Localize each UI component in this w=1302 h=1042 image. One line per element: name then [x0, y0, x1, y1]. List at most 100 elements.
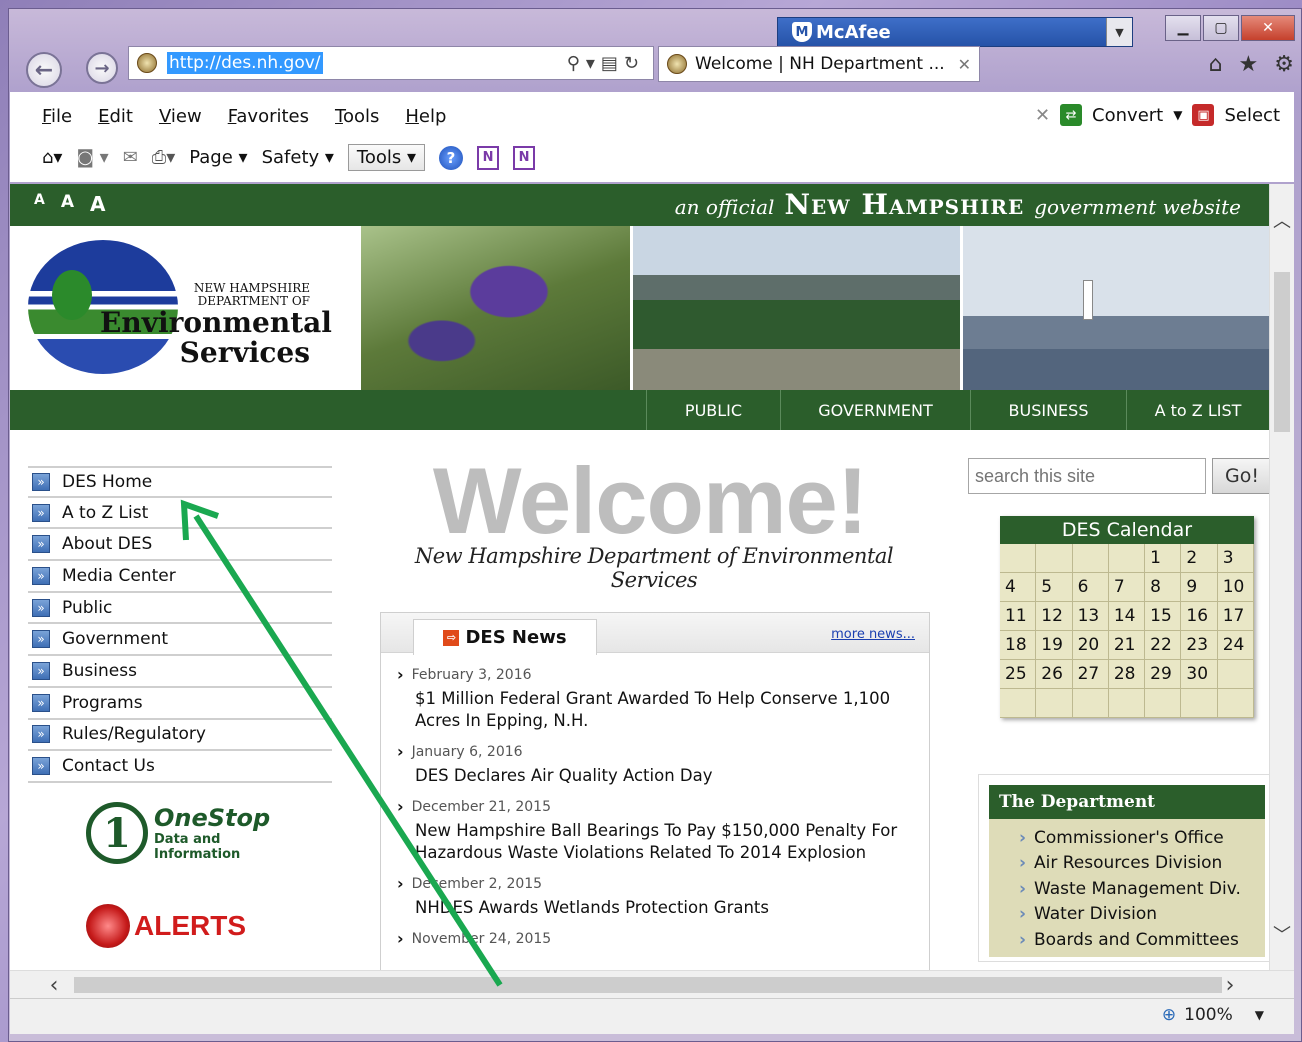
menu-view[interactable]: View [159, 106, 202, 127]
vertical-scroll-thumb[interactable] [1274, 272, 1290, 432]
convert-dropdown-icon[interactable]: ▼ [1173, 108, 1182, 122]
leftnav-a-to-z[interactable]: » A to Z List [28, 498, 332, 530]
zoom-dropdown-icon[interactable]: ▼ [1255, 1008, 1264, 1022]
search-go-button[interactable]: Go! [1212, 458, 1272, 494]
des-logo[interactable]: NEW HAMPSHIRE DEPARTMENT OF Environmenta… [10, 226, 358, 390]
leftnav-media[interactable]: » Media Center [28, 561, 332, 593]
address-bar-tools[interactable]: ⚲▾▤↻ [567, 53, 645, 74]
calendar-day[interactable]: 3 [1217, 544, 1254, 573]
news-title-link[interactable]: DES Declares Air Quality Action Day [415, 765, 915, 787]
calendar-day[interactable]: 7 [1108, 573, 1146, 602]
text-size-small[interactable]: A [34, 192, 45, 216]
help-icon[interactable]: ? [439, 145, 464, 170]
leftnav-business[interactable]: » Business [28, 656, 332, 688]
read-mail-icon[interactable]: ✉ [123, 147, 138, 168]
leftnav-contact[interactable]: » Contact Us [28, 751, 332, 783]
calendar-day[interactable]: 5 [1036, 573, 1073, 602]
leftnav-rules[interactable]: » Rules/Regulatory [28, 720, 332, 752]
news-tab[interactable]: ⇨ DES News [413, 619, 597, 655]
menu-edit[interactable]: Edit [98, 106, 133, 127]
calendar-day[interactable]: 18 [1000, 631, 1037, 660]
forward-button[interactable]: → [86, 52, 118, 84]
calendar-day[interactable]: 21 [1108, 631, 1146, 660]
nav-government[interactable]: GOVERNMENT [780, 390, 970, 430]
calendar-day[interactable]: 22 [1145, 631, 1182, 660]
address-bar[interactable]: http://des.nh.gov/ ⚲▾▤↻ [128, 46, 654, 80]
horizontal-scroll-thumb[interactable] [74, 977, 1222, 993]
menu-favorites[interactable]: Favorites [228, 106, 309, 127]
close-window-button[interactable]: ✕ [1241, 15, 1295, 41]
dept-air-link[interactable]: Air Resources Division [1019, 851, 1265, 877]
calendar-day[interactable]: 15 [1145, 602, 1182, 631]
calendar-day[interactable]: 10 [1217, 573, 1254, 602]
calendar-day[interactable]: 17 [1217, 602, 1254, 631]
calendar-day[interactable]: 30 [1181, 660, 1218, 689]
calendar-day[interactable]: 24 [1217, 631, 1254, 660]
nav-public[interactable]: PUBLIC [646, 390, 780, 430]
calendar-day[interactable]: 1 [1145, 544, 1182, 573]
maximize-button[interactable]: ▢ [1203, 15, 1239, 41]
feeds-icon[interactable]: ◙ ▾ [76, 147, 108, 168]
onestop-link[interactable]: 1 OneStop Data and Information [86, 802, 270, 864]
settings-gear-icon[interactable]: ⚙ [1274, 52, 1294, 77]
calendar-day[interactable]: 25 [1000, 660, 1037, 689]
calendar-day[interactable]: 4 [1000, 573, 1037, 602]
onenote-linked-icon[interactable]: N [513, 145, 536, 170]
calendar-day[interactable]: 23 [1181, 631, 1218, 660]
calendar-day[interactable]: 6 [1072, 573, 1109, 602]
text-size-large[interactable]: A [90, 192, 105, 216]
scroll-up-icon[interactable]: ︿ [1270, 208, 1294, 232]
menu-help[interactable]: Help [405, 106, 446, 127]
close-tab-icon[interactable]: ✕ [958, 55, 971, 74]
dept-water-link[interactable]: Water Division [1019, 902, 1265, 928]
close-toolbar-icon[interactable]: ✕ [1035, 105, 1050, 126]
calendar-day[interactable]: 19 [1036, 631, 1073, 660]
mcafee-toolbar[interactable]: M McAfee ▼ [777, 17, 1133, 47]
select-button[interactable]: Select [1224, 105, 1280, 126]
calendar-day[interactable]: 12 [1036, 602, 1073, 631]
home-page-icon[interactable]: ⌂▾ [42, 147, 62, 168]
vertical-scrollbar[interactable]: ︿ ﹀ [1269, 184, 1294, 970]
news-title-link[interactable]: NHDES Awards Wetlands Protection Grants [415, 897, 915, 919]
back-button[interactable]: ← [26, 52, 62, 88]
menu-file[interactable]: File [42, 106, 72, 127]
news-title-link[interactable]: $1 Million Federal Grant Awarded To Help… [415, 688, 915, 732]
dept-boards-link[interactable]: Boards and Committees [1019, 927, 1265, 953]
scroll-down-icon[interactable]: ﹀ [1270, 922, 1294, 946]
calendar-day[interactable]: 13 [1072, 602, 1109, 631]
text-size-medium[interactable]: A [61, 192, 74, 216]
tools-menu[interactable]: Tools ▾ [347, 144, 426, 171]
leftnav-about[interactable]: » About DES [28, 529, 332, 562]
dept-commissioner-link[interactable]: Commissioner's Office [1019, 825, 1265, 851]
calendar-day[interactable]: 27 [1072, 660, 1109, 689]
chevron-down-icon[interactable]: ▼ [1106, 18, 1132, 46]
menu-tools[interactable]: Tools [335, 106, 379, 127]
site-search-input[interactable] [968, 458, 1206, 494]
news-title-link[interactable]: New Hampshire Ball Bearings To Pay $150,… [415, 820, 915, 864]
calendar-day[interactable]: 26 [1036, 660, 1073, 689]
nav-a-to-z[interactable]: A to Z LIST [1126, 390, 1269, 430]
print-icon[interactable]: ⎙▾ [152, 147, 175, 168]
page-menu[interactable]: Page ▾ [189, 147, 247, 168]
alerts-link[interactable]: ALERTS [86, 904, 246, 948]
calendar-day[interactable]: 8 [1145, 573, 1182, 602]
favorites-star-icon[interactable]: ★ [1239, 52, 1259, 77]
address-url[interactable]: http://des.nh.gov/ [167, 52, 323, 74]
scroll-right-icon[interactable]: › [1216, 971, 1244, 999]
calendar-day[interactable]: 14 [1108, 602, 1146, 631]
calendar-day[interactable]: 16 [1181, 602, 1218, 631]
tab-active[interactable]: Welcome | NH Department ... ✕ [658, 46, 980, 82]
calendar-day[interactable]: 29 [1145, 660, 1182, 689]
safety-menu[interactable]: Safety ▾ [262, 147, 334, 168]
calendar-day[interactable]: 11 [1000, 602, 1037, 631]
calendar-day[interactable]: 20 [1072, 631, 1109, 660]
zoom-control[interactable]: ⊕ 100% ▼ [1162, 1005, 1264, 1025]
scroll-left-icon[interactable]: ‹ [40, 971, 68, 999]
nav-business[interactable]: BUSINESS [970, 390, 1126, 430]
leftnav-des-home[interactable]: » DES Home [28, 466, 332, 498]
horizontal-scrollbar[interactable]: ‹ › [10, 970, 1294, 998]
leftnav-programs[interactable]: » Programs [28, 688, 332, 720]
home-icon[interactable]: ⌂ [1209, 52, 1223, 77]
minimize-button[interactable]: ▁ [1165, 15, 1201, 41]
leftnav-government[interactable]: » Government [28, 624, 332, 657]
